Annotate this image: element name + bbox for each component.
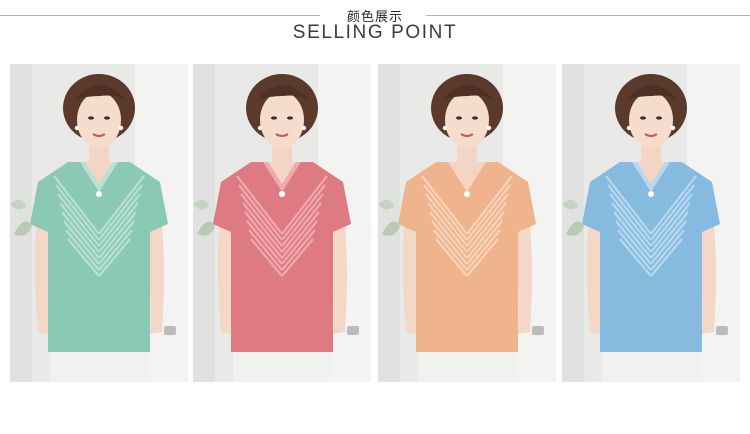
model-illustration [378, 64, 556, 382]
product-gallery [0, 64, 750, 382]
selling-point-title: SELLING POINT [292, 22, 458, 43]
model-illustration [193, 64, 371, 382]
product-photo-pink [193, 64, 371, 382]
product-photo-peach [378, 64, 556, 382]
product-photo-green [10, 64, 188, 382]
header: 颜色展示 SELLING POINT [0, 0, 750, 60]
product-photo-blue [562, 64, 740, 382]
model-illustration [10, 64, 188, 382]
model-illustration [562, 64, 740, 382]
bottom-spacer [0, 382, 750, 434]
